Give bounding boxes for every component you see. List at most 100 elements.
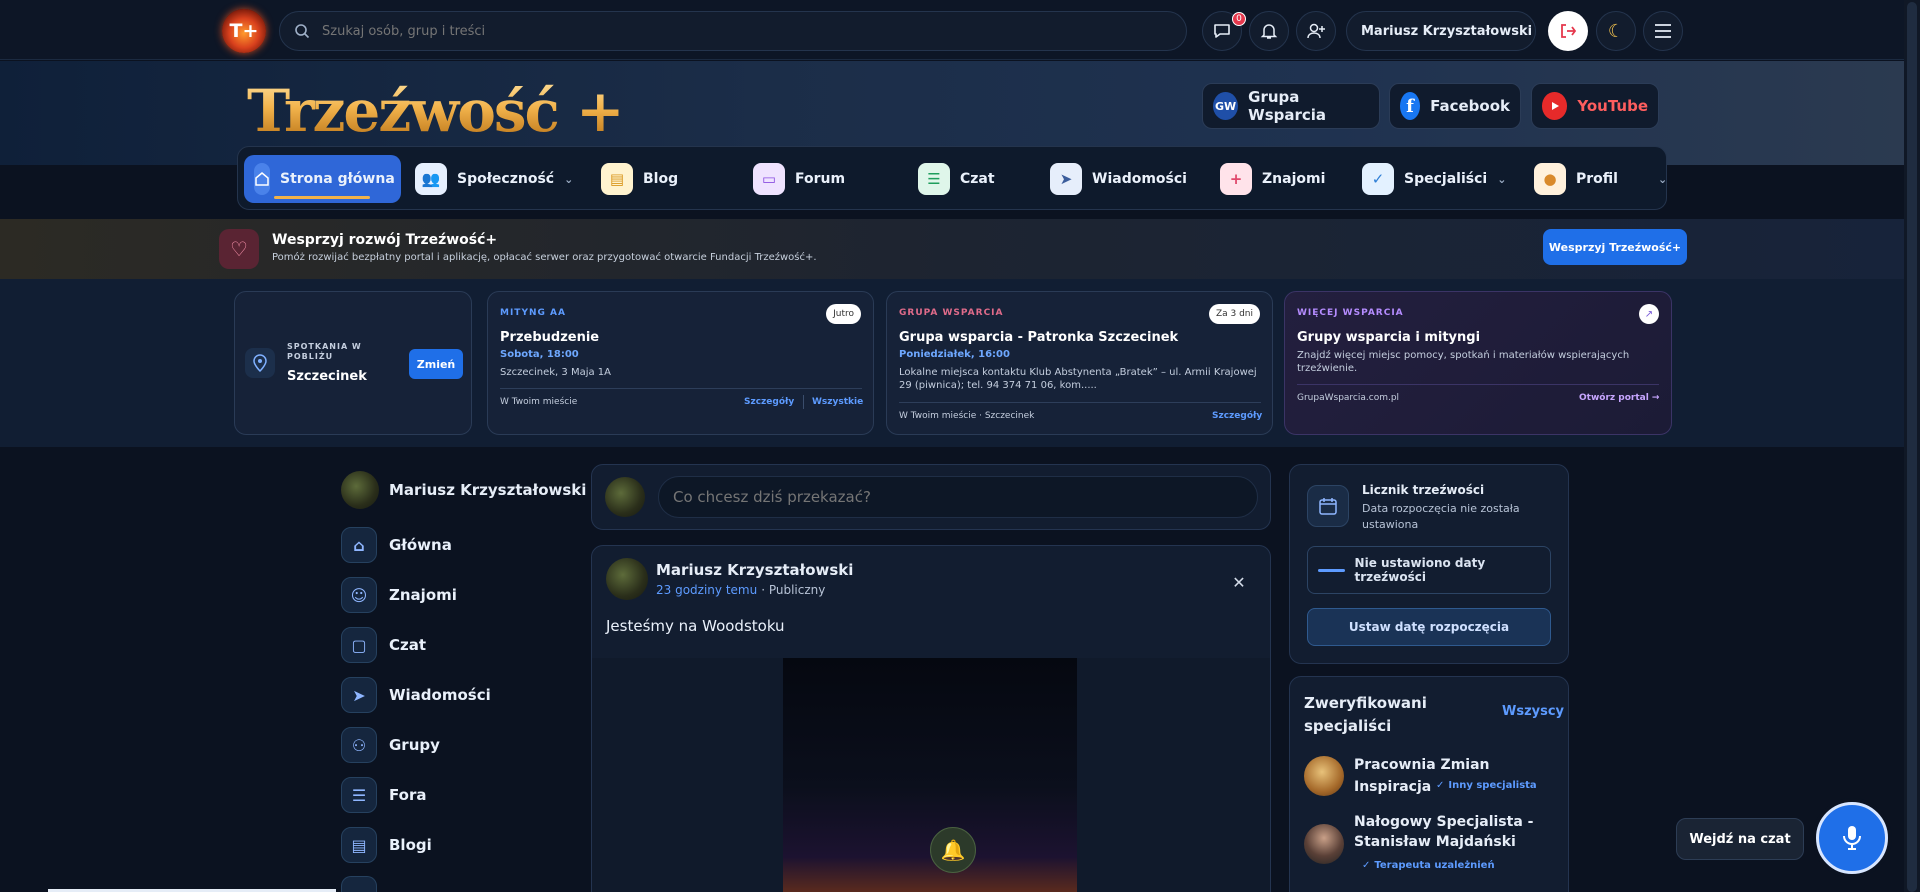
- all-link[interactable]: Wszystkie: [812, 397, 863, 407]
- divider: [803, 395, 804, 409]
- link-facebook[interactable]: f Facebook: [1389, 83, 1521, 129]
- active-underline: [274, 196, 370, 199]
- sidebar-item-znajomi[interactable]: ☺ Znajomi: [341, 576, 457, 614]
- blog-icon: ▤: [601, 163, 633, 195]
- nav-label: Społeczność: [457, 171, 555, 187]
- send-icon: ➤: [1050, 163, 1082, 195]
- post-visibility: · Publiczny: [761, 583, 826, 597]
- sidebar-item-grupy[interactable]: ⚇ Grupy: [341, 726, 440, 764]
- user-plus-icon: [1307, 23, 1325, 39]
- nav-item-home[interactable]: Strona główna: [244, 155, 401, 203]
- meeting-card-aa[interactable]: MITYNG AA Jutro Przebudzenie Sobota, 18:…: [487, 291, 874, 435]
- specialists-title: Zweryfikowani specjaliści: [1304, 694, 1427, 735]
- nav-item-wiadomosci[interactable]: ➤ Wiadomości: [1040, 155, 1197, 203]
- sidebar-item-blogi[interactable]: ▤ Blogi: [341, 826, 432, 864]
- scrollbar-thumb[interactable]: [1907, 2, 1917, 892]
- logout-button[interactable]: [1548, 11, 1588, 51]
- theme-toggle-button[interactable]: ☾: [1596, 11, 1636, 51]
- map-pin-icon: [245, 348, 275, 378]
- all-specialists-link[interactable]: Wszyscy: [1502, 704, 1564, 719]
- set-start-date-button[interactable]: Ustaw datę rozpoczęcia: [1307, 608, 1551, 646]
- menu-button[interactable]: [1643, 11, 1683, 51]
- post-image[interactable]: [783, 658, 1077, 892]
- card-title: Przebudzenie: [500, 330, 600, 345]
- specialist-role-text: Inny specjalista: [1448, 780, 1537, 791]
- user-name: Mariusz Krzyształowski: [1361, 23, 1533, 39]
- avatar: [606, 558, 648, 600]
- nav-item-specjalisci[interactable]: ✓ Specjaliści ⌄: [1352, 155, 1516, 203]
- forum-icon: ▭: [753, 163, 785, 195]
- chevron-down-icon: ⌄: [1657, 172, 1668, 186]
- specialist-name[interactable]: Nałogowy Specjalista - Stanisław Majdańs…: [1354, 812, 1554, 852]
- more-support-card[interactable]: WIĘCEJ WSPARCIA ↗ Grupy wsparcia i mityn…: [1284, 291, 1672, 435]
- link-grupa-wsparcia[interactable]: GW Grupa Wsparcia: [1202, 83, 1380, 129]
- link-youtube[interactable]: YouTube: [1531, 83, 1659, 129]
- sidebar-label: Czat: [389, 636, 427, 654]
- sobriety-status: Nie ustawiono daty trzeźwości: [1307, 546, 1551, 594]
- location-city: Szczecinek: [287, 369, 367, 384]
- post-author[interactable]: Mariusz Krzyształowski: [656, 561, 853, 579]
- sidebar-label: Fora: [389, 786, 427, 804]
- youtube-icon: [1542, 92, 1568, 120]
- notifications-button[interactable]: [1249, 11, 1289, 51]
- sidebar-item-glowna[interactable]: ⌂ Główna: [341, 526, 452, 564]
- support-button[interactable]: Wesprzyj Trzeźwość+: [1543, 229, 1687, 265]
- logo-text: T+: [229, 20, 259, 42]
- details-link[interactable]: Szczegóły: [1212, 411, 1262, 421]
- sobriety-subtitle: Data rozpoczęcia nie została ustawiona: [1362, 502, 1520, 531]
- details-link[interactable]: Szczegóły: [744, 397, 794, 407]
- badge-check-icon: ✓: [1362, 163, 1394, 195]
- nav-item-czat[interactable]: ☰ Czat: [908, 155, 1005, 203]
- post-text: Jesteśmy na Woodstoku: [606, 617, 785, 635]
- sidebar-item-fora[interactable]: ☰ Fora: [341, 776, 426, 814]
- nav-label: Wiadomości: [1092, 171, 1187, 187]
- card-footer: GrupaWsparcia.com.pl: [1297, 393, 1400, 403]
- divider: [899, 402, 1261, 403]
- nav-label: Czat: [960, 171, 995, 187]
- post-meta: 23 godziny temu · Publiczny: [656, 583, 825, 597]
- nav-label: Blog: [643, 171, 679, 187]
- nav-item-blog[interactable]: ▤ Blog: [591, 155, 688, 203]
- divider: [1297, 384, 1659, 385]
- sidebar-item-more[interactable]: [341, 876, 377, 892]
- card-category: GRUPA WSPARCIA: [899, 308, 1004, 318]
- open-portal-link[interactable]: Otwórz portal →: [1579, 393, 1659, 403]
- add-friend-button[interactable]: [1296, 11, 1336, 51]
- nav-label: Forum: [795, 171, 846, 187]
- site-logo[interactable]: T+: [222, 9, 266, 53]
- composer-input[interactable]: [658, 476, 1258, 518]
- nav-item-forum[interactable]: ▭ Forum: [743, 155, 855, 203]
- search-input[interactable]: [322, 23, 1142, 39]
- site-brand[interactable]: Trzeźwość +: [247, 77, 625, 145]
- nav-item-profil[interactable]: ● Profil ⌄: [1524, 155, 1677, 203]
- sidebar-user[interactable]: Mariusz Krzyształowski: [341, 471, 586, 509]
- card-text: Znajdź więcej miejsc pomocy, spotkań i m…: [1297, 350, 1630, 374]
- specialist-role: ✓ Terapeuta uzależnień: [1362, 860, 1495, 871]
- gw-icon: GW: [1213, 92, 1239, 120]
- meeting-card-group[interactable]: GRUPA WSPARCIA Za 3 dni Grupa wsparcia -…: [886, 291, 1273, 435]
- chevron-down-icon: ⌄: [1497, 172, 1507, 186]
- sidebar-label: Wiadomości: [389, 686, 491, 704]
- chat-bubble-icon: ▢: [341, 627, 377, 663]
- specialist-name[interactable]: Pracownia Zmian Inspiracja: [1354, 754, 1524, 798]
- location-card: SPOTKANIA W POBLIŻU Szczecinek Zmień: [234, 291, 472, 435]
- sidebar-item-czat[interactable]: ▢ Czat: [341, 626, 426, 664]
- avatar: [1304, 756, 1344, 796]
- user-icon: ●: [1534, 163, 1566, 195]
- search-bar[interactable]: [279, 11, 1187, 51]
- post-time[interactable]: 23 godziny temu: [656, 583, 757, 597]
- enter-chat-button[interactable]: Wejdź na czat: [1676, 818, 1804, 860]
- microphone-icon[interactable]: [1816, 802, 1888, 874]
- card-title: Grupy wsparcia i mityngi: [1297, 330, 1481, 345]
- specialist-role-text: Terapeuta uzależnień: [1374, 860, 1495, 871]
- nav-item-spolecznosc[interactable]: 👥 Społeczność ⌄: [405, 155, 583, 203]
- close-icon[interactable]: ✕: [1228, 571, 1250, 593]
- sidebar-label: Główna: [389, 536, 452, 554]
- nav-item-znajomi[interactable]: + Znajomi: [1210, 155, 1335, 203]
- change-location-button[interactable]: Zmień: [409, 349, 463, 379]
- sidebar-item-wiadomosci[interactable]: ➤ Wiadomości: [341, 676, 491, 714]
- user-menu[interactable]: Mariusz Krzyształowski: [1346, 11, 1536, 51]
- link-label: Grupa Wsparcia: [1248, 88, 1327, 124]
- bell-icon[interactable]: 🔔: [930, 827, 976, 873]
- card-category: MITYNG AA: [500, 308, 566, 318]
